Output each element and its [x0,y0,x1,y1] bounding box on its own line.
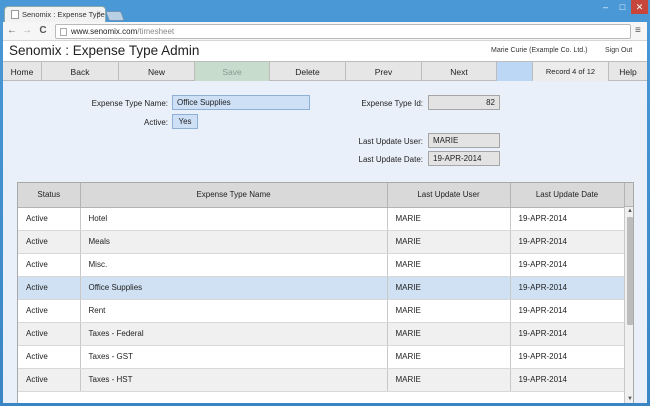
user-name: Marie Curie (Example Co. Ltd.) [491,47,588,54]
forward-arrow-icon[interactable]: → [21,25,33,37]
name-cell: Misc. [80,253,388,277]
expense-type-id-field: 82 [428,95,500,110]
table-row[interactable]: Active Misc. MARIE 19-APR-2014 [18,253,625,277]
tab-title: Senomix : Expense Type A [22,10,106,19]
scrollbar-header-corner [624,183,633,207]
save-button[interactable]: Save [195,62,270,81]
browser-menu-icon[interactable]: ≡ [635,25,641,36]
table-scrollbar[interactable]: ▲ ▼ [624,207,633,403]
expense-type-name-label: Expense Type Name: [91,99,168,108]
address-bar[interactable]: www.senomix.com/timesheet [55,24,631,39]
table-row-selected[interactable]: Active Office Supplies MARIE 19-APR-2014 [18,276,625,300]
page-content: Senomix : Expense Type Admin Marie Curie… [3,41,647,403]
back-arrow-icon[interactable]: ← [6,25,18,37]
user-cell: MARIE [387,230,511,254]
date-cell: 19-APR-2014 [510,207,625,231]
minimize-icon[interactable]: – [597,0,614,14]
next-button[interactable]: Next [422,62,497,81]
prev-button[interactable]: Prev [346,62,422,81]
name-cell: Rent [80,299,388,323]
date-cell: 19-APR-2014 [510,253,625,277]
date-cell: 19-APR-2014 [510,368,625,392]
url-host: www.senomix.com [71,27,138,36]
status-cell: Active [18,207,81,231]
reload-icon[interactable]: C [37,25,49,37]
name-cell: Meals [80,230,388,254]
status-cell: Active [18,299,81,323]
record-counter: Record 4 of 12 [533,62,609,81]
help-button[interactable]: Help [609,62,647,81]
status-cell: Active [18,230,81,254]
expense-type-name-input[interactable]: Office Supplies [172,95,310,110]
app-header: Senomix : Expense Type Admin Marie Curie… [3,41,647,61]
name-cell: Taxes - HST [80,368,388,392]
tab-close-icon[interactable]: × [96,9,101,18]
last-update-date-label: Last Update Date: [358,155,423,164]
last-update-user-field: MARIE [428,133,500,148]
new-tab-button[interactable] [105,11,125,21]
active-label: Active: [143,118,168,127]
table-row[interactable]: Active Hotel MARIE 19-APR-2014 [18,207,625,231]
home-button[interactable]: Home [3,62,42,81]
page-favicon-icon [11,10,19,19]
sign-out-link[interactable]: Sign Out [605,47,632,54]
window-close-icon[interactable]: ✕ [631,0,648,14]
page-title: Senomix : Expense Type Admin [9,43,200,58]
table-row[interactable]: Active Taxes - Federal MARIE 19-APR-2014 [18,322,625,346]
column-header-date[interactable]: Last Update Date [510,183,625,208]
date-cell: 19-APR-2014 [510,345,625,369]
user-cell: MARIE [387,276,511,300]
column-header-name[interactable]: Expense Type Name [80,183,388,208]
scroll-up-icon[interactable]: ▲ [625,207,633,216]
expense-type-id-label: Expense Type Id: [361,99,423,108]
button-bar-spacer [497,62,533,81]
date-cell: 19-APR-2014 [510,276,625,300]
last-update-date-field: 19-APR-2014 [428,151,500,166]
date-cell: 19-APR-2014 [510,322,625,346]
date-cell: 19-APR-2014 [510,230,625,254]
status-cell: Active [18,345,81,369]
browser-toolbar: ← → C www.senomix.com/timesheet ≡ [3,22,647,41]
page-icon [60,27,67,36]
expense-type-table: Status Expense Type Name Last Update Use… [17,182,634,403]
table-row[interactable]: Active Taxes - GST MARIE 19-APR-2014 [18,345,625,369]
table-row[interactable]: Active Taxes - HST MARIE 19-APR-2014 [18,368,625,392]
user-cell: MARIE [387,207,511,231]
back-button[interactable]: Back [42,62,119,81]
table-row[interactable]: Active Rent MARIE 19-APR-2014 [18,299,625,323]
maximize-icon[interactable]: □ [614,0,631,14]
scrollbar-thumb[interactable] [627,217,633,325]
user-cell: MARIE [387,345,511,369]
new-button[interactable]: New [119,62,195,81]
column-header-user[interactable]: Last Update User [387,183,511,208]
user-cell: MARIE [387,299,511,323]
name-cell: Taxes - Federal [80,322,388,346]
status-cell: Active [18,276,81,300]
user-cell: MARIE [387,368,511,392]
table-row[interactable]: Active Meals MARIE 19-APR-2014 [18,230,625,254]
user-cell: MARIE [387,253,511,277]
delete-button[interactable]: Delete [270,62,346,81]
tab-strip: Senomix : Expense Type A × – □ ✕ [0,0,650,22]
name-cell: Office Supplies [80,276,388,300]
action-bar: Home Back New Save Delete Prev Next Reco… [3,61,647,81]
user-cell: MARIE [387,322,511,346]
scroll-down-icon[interactable]: ▼ [625,395,633,403]
column-header-status[interactable]: Status [18,183,81,208]
browser-window: Senomix : Expense Type A × – □ ✕ ← → C w… [0,0,650,406]
name-cell: Taxes - GST [80,345,388,369]
browser-tab[interactable]: Senomix : Expense Type A × [4,6,106,22]
last-update-user-label: Last Update User: [358,137,423,146]
status-cell: Active [18,253,81,277]
date-cell: 19-APR-2014 [510,299,625,323]
name-cell: Hotel [80,207,388,231]
status-cell: Active [18,322,81,346]
active-toggle[interactable]: Yes [172,114,198,129]
status-cell: Active [18,368,81,392]
url-path: /timesheet [137,27,175,36]
table-header-row: Status Expense Type Name Last Update Use… [18,183,625,208]
